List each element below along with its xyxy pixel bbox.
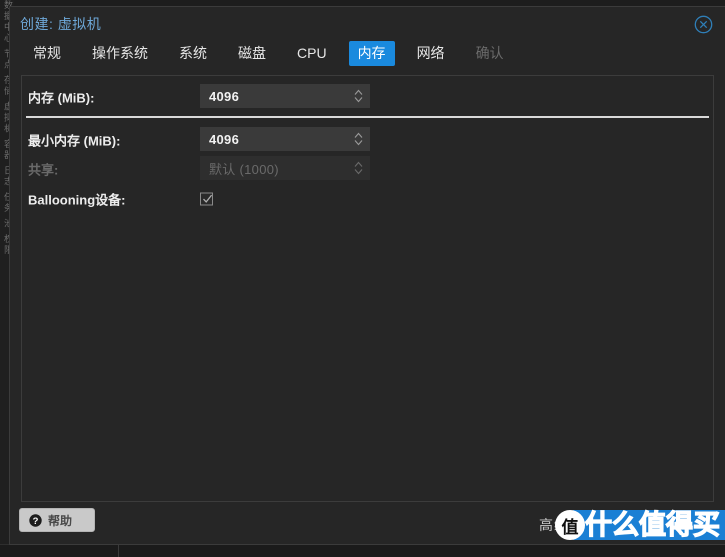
question-circle-icon: ? — [29, 513, 42, 527]
svg-text:?: ? — [33, 516, 39, 527]
tab-memory[interactable]: 内存 — [348, 41, 395, 66]
shares-placeholder: 默认 (1000) — [209, 161, 279, 177]
tab-confirm: 确认 — [475, 45, 504, 61]
screen: 数据中心 节点 存储 虚拟机 容器 日志 任务 池 权限 创建: 虚拟机 常规 … — [0, 0, 725, 557]
memory-label: 内存 (MiB): — [28, 90, 95, 106]
dialog-title: 创建: 虚拟机 — [20, 16, 102, 32]
watermark: 高级 值 什么值得买 — [539, 509, 725, 541]
create-vm-dialog: 创建: 虚拟机 常规 操作系统 系统 磁盘 CPU 内存 网络 确认 内存 (M… — [9, 6, 725, 545]
memory-row: 内存 (MiB): 4096 — [22, 84, 713, 110]
section-separator — [26, 116, 709, 118]
shares-input: 默认 (1000) — [200, 156, 370, 180]
advanced-label: 高级 — [539, 517, 569, 533]
memory-value: 4096 — [209, 88, 240, 104]
ballooning-checkbox[interactable] — [200, 192, 213, 206]
tab-general[interactable]: 常规 — [24, 41, 70, 66]
close-icon[interactable] — [694, 15, 713, 34]
help-button-label: 帮助 — [48, 513, 73, 528]
ballooning-row: Ballooning设备: — [22, 186, 713, 212]
dialog-tabbar: 常规 操作系统 系统 磁盘 CPU 内存 网络 确认 — [10, 41, 725, 71]
memory-stepper[interactable] — [354, 89, 363, 103]
watermark-logo: 值 — [555, 510, 585, 540]
shares-stepper — [354, 161, 363, 175]
watermark-banner: 什么值得买 — [573, 509, 725, 541]
tab-disks[interactable]: 磁盘 — [229, 41, 275, 66]
help-button[interactable]: ? 帮助 — [19, 508, 95, 532]
dialog-footer: ? 帮助 高级 值 什么值得买 — [10, 502, 725, 544]
background-statusbar-divider — [118, 545, 119, 557]
dialog-content: 内存 (MiB): 4096 最小内存 (MiB): 4096 共享: 默认 (… — [21, 75, 714, 502]
min-memory-input[interactable]: 4096 — [200, 127, 370, 151]
min-memory-value: 4096 — [209, 131, 240, 147]
tab-os[interactable]: 操作系统 — [83, 41, 157, 66]
min-memory-row: 最小内存 (MiB): 4096 — [22, 127, 713, 153]
min-memory-stepper[interactable] — [354, 132, 363, 146]
shares-label: 共享: — [28, 162, 59, 178]
tab-cpu[interactable]: CPU — [288, 41, 336, 66]
shares-row: 共享: 默认 (1000) — [22, 156, 713, 182]
tab-network[interactable]: 网络 — [408, 41, 454, 66]
background-statusbar — [0, 544, 725, 557]
checkmark-icon — [203, 194, 213, 203]
min-memory-label: 最小内存 (MiB): — [28, 133, 121, 149]
ballooning-label: Ballooning设备: — [28, 192, 126, 208]
dialog-titlebar: 创建: 虚拟机 — [10, 7, 725, 41]
memory-input[interactable]: 4096 — [200, 84, 370, 108]
tab-system[interactable]: 系统 — [170, 41, 216, 66]
